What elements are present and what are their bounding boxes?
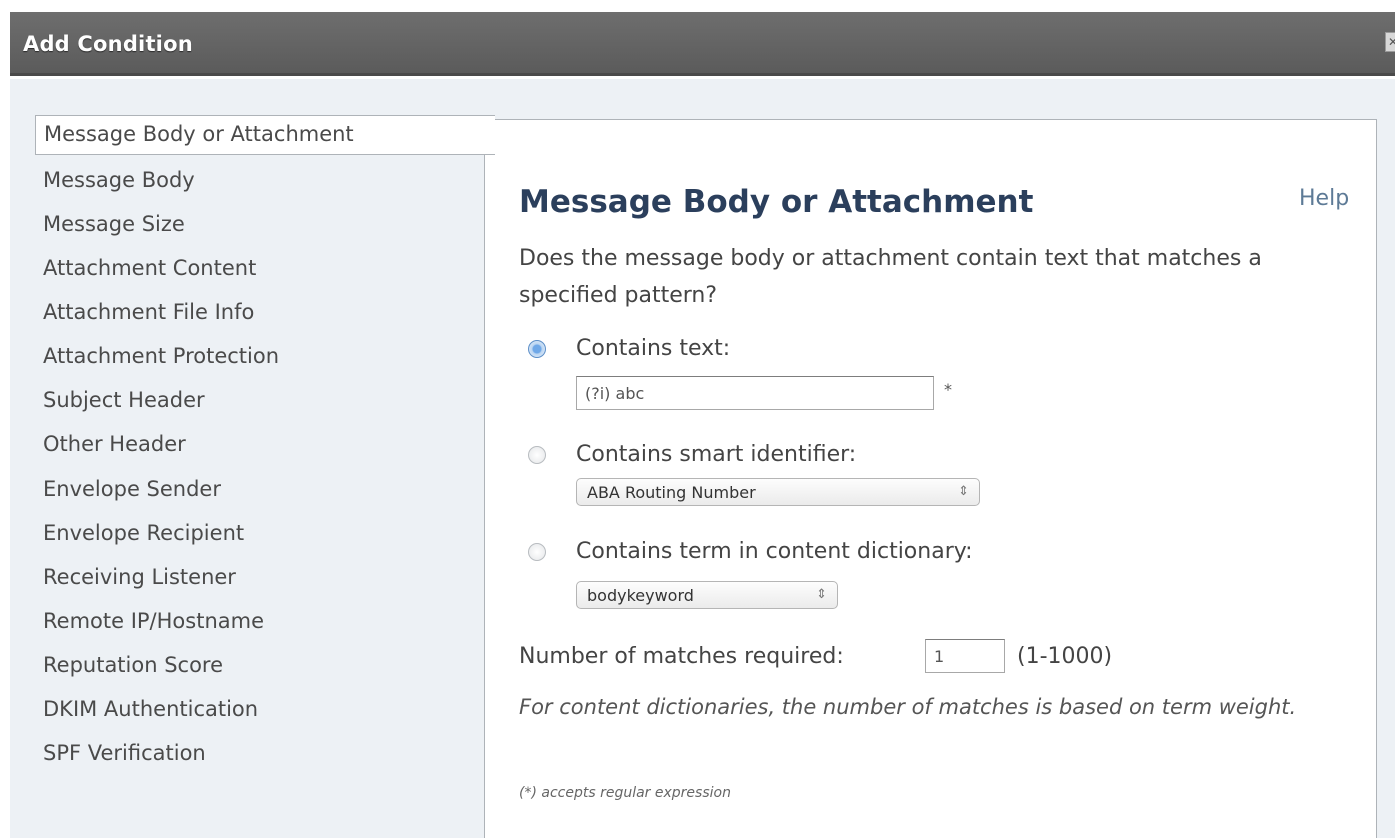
contains-text-radio[interactable] — [528, 339, 546, 358]
smart-identifier-radio[interactable] — [528, 445, 546, 464]
nav-item-message-size[interactable]: Message Size — [35, 212, 185, 236]
content-dictionary-label: Contains term in content dictionary: — [576, 539, 973, 564]
nav-item-subject-header[interactable]: Subject Header — [35, 388, 205, 412]
nav-item-reputation-score[interactable]: Reputation Score — [35, 653, 223, 677]
contains-text-label: Contains text: — [576, 336, 731, 361]
nav-item-dkim-authentication[interactable]: DKIM Authentication — [35, 697, 258, 721]
option-content-dictionary[interactable]: Contains term in content dictionary: — [528, 539, 973, 564]
matches-input[interactable] — [925, 639, 1005, 673]
nav-item-message-body[interactable]: Message Body — [35, 168, 195, 192]
nav-item-message-body-or-attachment[interactable]: Message Body or Attachment — [35, 115, 495, 155]
content-dictionary-radio[interactable] — [528, 542, 546, 561]
matches-label: Number of matches required: — [519, 644, 844, 669]
dictionary-note: For content dictionaries, the number of … — [519, 695, 1297, 719]
smart-identifier-label: Contains smart identifier: — [576, 442, 857, 467]
smart-identifier-select[interactable]: ABA Routing Number ⇕ — [576, 478, 980, 506]
condition-detail-panel: Message Body or Attachment Help Does the… — [484, 119, 1377, 838]
select-caret-icon: ⇕ — [958, 484, 969, 499]
close-icon[interactable]: ✕ — [1385, 32, 1395, 52]
nav-item-attachment-file-info[interactable]: Attachment File Info — [35, 300, 254, 324]
option-contains-text[interactable]: Contains text: — [528, 336, 730, 361]
smart-identifier-value: ABA Routing Number — [587, 483, 756, 502]
option-smart-identifier[interactable]: Contains smart identifier: — [528, 442, 856, 467]
dialog-body: Message Body or Attachment Message Body … — [10, 79, 1395, 838]
nav-item-remote-ip-hostname[interactable]: Remote IP/Hostname — [35, 609, 264, 633]
regex-asterisk: * — [944, 380, 952, 399]
panel-description: Does the message body or attachment cont… — [519, 246, 1262, 308]
nav-item-attachment-protection[interactable]: Attachment Protection — [35, 344, 279, 368]
nav-item-envelope-recipient[interactable]: Envelope Recipient — [35, 521, 244, 545]
nav-item-receiving-listener[interactable]: Receiving Listener — [35, 565, 236, 589]
nav-item-other-header[interactable]: Other Header — [35, 432, 186, 456]
contains-text-input[interactable] — [576, 376, 934, 410]
select-caret-icon: ⇕ — [816, 587, 827, 602]
matches-range: (1-1000) — [1017, 644, 1113, 669]
nav-item-envelope-sender[interactable]: Envelope Sender — [35, 477, 221, 501]
dialog-title: Add Condition — [23, 32, 193, 56]
nav-item-spf-verification[interactable]: SPF Verification — [35, 741, 206, 765]
content-dictionary-select[interactable]: bodykeyword ⇕ — [576, 581, 838, 609]
content-dictionary-value: bodykeyword — [587, 586, 694, 605]
panel-title: Message Body or Attachment — [519, 184, 1034, 220]
help-link[interactable]: Help — [1299, 186, 1349, 211]
regex-footnote: (*) accepts regular expression — [519, 785, 731, 801]
nav-item-attachment-content[interactable]: Attachment Content — [35, 256, 256, 280]
dialog-titlebar: Add Condition ✕ — [10, 12, 1395, 76]
